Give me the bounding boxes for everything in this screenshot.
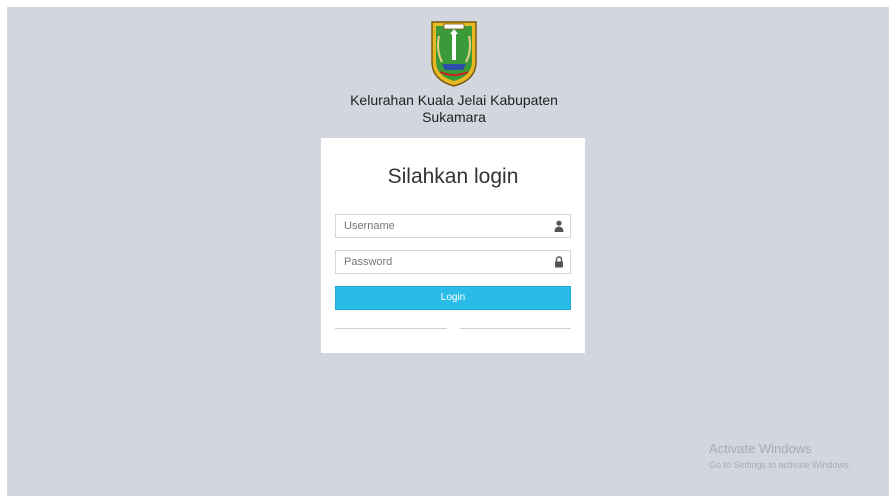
- activate-windows-watermark: Activate Windows Go to Settings to activ…: [709, 441, 851, 471]
- organization-name-line1: Kelurahan Kuala Jelai Kabupaten: [350, 92, 558, 108]
- lock-icon: [555, 256, 563, 268]
- password-field[interactable]: [335, 250, 571, 274]
- divider-left: [335, 328, 447, 329]
- username-field[interactable]: [335, 214, 571, 238]
- login-box: Silahkan login Login: [321, 138, 585, 353]
- divider-right: [460, 328, 571, 329]
- login-page: Kelurahan Kuala Jelai Kabupaten Sukamara…: [7, 7, 889, 496]
- password-input[interactable]: [336, 251, 554, 273]
- login-title: Silahkan login: [387, 165, 519, 188]
- organization-name-line2: Sukamara: [422, 109, 486, 125]
- organization-name: Kelurahan Kuala Jelai Kabupaten Sukamara: [300, 92, 608, 126]
- regency-emblem-logo: [431, 21, 477, 87]
- login-button[interactable]: Login: [335, 286, 571, 310]
- activate-windows-title: Activate Windows: [709, 441, 812, 456]
- activate-windows-subtitle: Go to Settings to activate Windows.: [709, 460, 852, 470]
- username-input[interactable]: [336, 215, 554, 237]
- user-icon: [554, 220, 564, 232]
